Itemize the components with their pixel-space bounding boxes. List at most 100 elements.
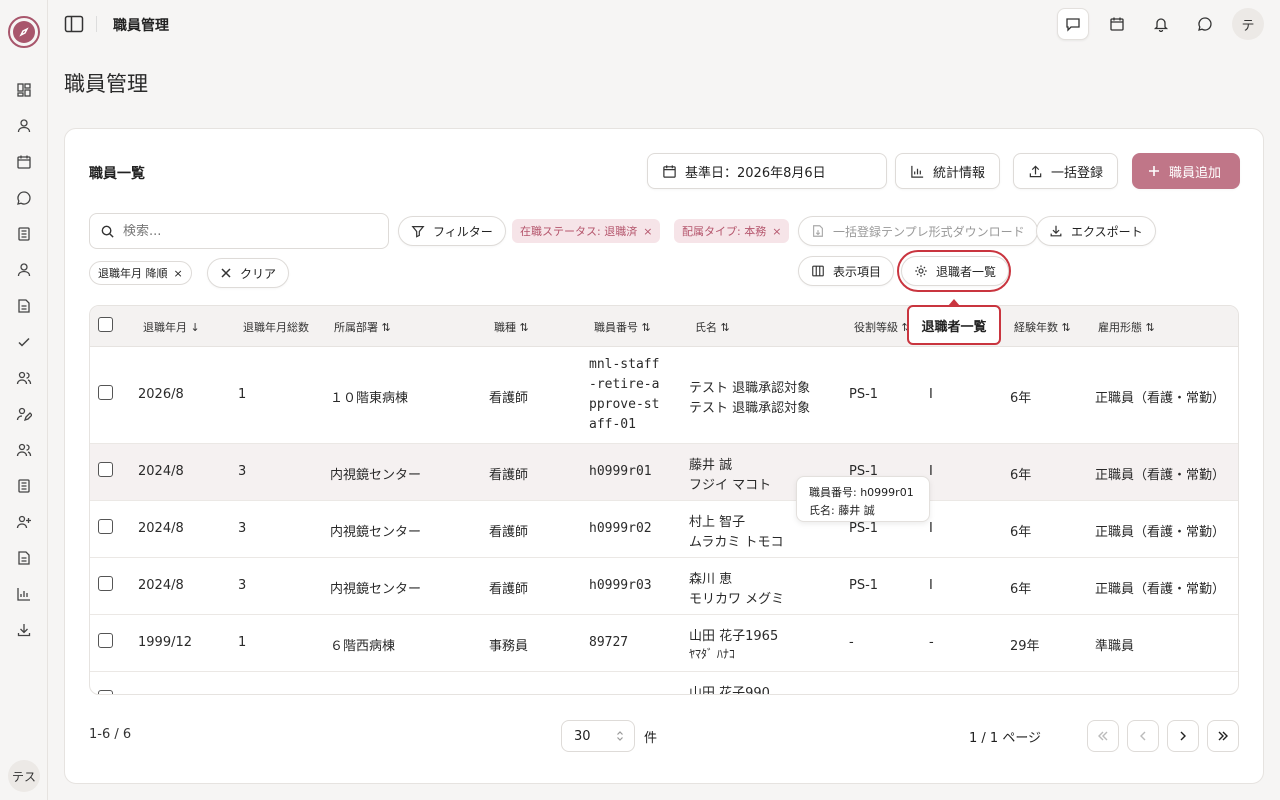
export-button[interactable]: エクスポート <box>1036 216 1156 246</box>
user-icon[interactable] <box>14 116 34 136</box>
document-list-icon[interactable] <box>14 224 34 244</box>
row-checkbox[interactable] <box>98 519 113 534</box>
chevron-left-icon <box>1140 731 1146 741</box>
header-employment[interactable]: 雇用形態 ⇅ <box>1098 319 1155 335</box>
table-row[interactable]: 2024/8 3 内視鏡センター 看護師 h0999r02 村上 智子 ムラカミ… <box>90 501 1238 558</box>
account-avatar[interactable]: テ <box>1232 8 1264 40</box>
close-icon[interactable]: × <box>772 225 781 238</box>
page-size-select[interactable]: 30 <box>561 720 635 752</box>
download-icon[interactable] <box>14 620 34 640</box>
retired-list-label: 退職者一覧 <box>936 264 997 279</box>
dashboard-icon[interactable] <box>14 80 34 100</box>
header-grade[interactable]: 役割等級 ⇅ <box>854 319 911 335</box>
team-icon[interactable] <box>14 440 34 460</box>
clear-button[interactable]: クリア <box>207 258 290 288</box>
last-page-button[interactable] <box>1207 720 1239 752</box>
calendar-button[interactable] <box>1101 8 1133 40</box>
prev-page-button[interactable] <box>1127 720 1159 752</box>
base-date-picker[interactable]: 基準日：2026年8月6日 <box>647 153 887 189</box>
app-logo[interactable] <box>8 16 40 48</box>
cell-employment: 正職員（看護・常勤） <box>1095 582 1226 597</box>
sort-chip[interactable]: 退職年月 降順 × <box>89 261 192 285</box>
bulk-register-button[interactable]: 一括登録 <box>1013 153 1119 189</box>
breadcrumb-title: 職員管理 <box>113 18 169 34</box>
cell-staff-id-line: pprove-st <box>589 397 660 412</box>
cell-years: 6年 <box>1010 468 1032 483</box>
search-box[interactable] <box>89 213 389 249</box>
cell-dept: 内視鏡センター <box>330 525 422 540</box>
row-checkbox[interactable] <box>98 385 113 400</box>
table-row[interactable]: 1999/12 1 ６階西病棟 事務員 89727 山田 花子1965 ﾔﾏﾀﾞ… <box>90 615 1238 672</box>
header-staff-id[interactable]: 職員番号 ⇅ <box>594 319 651 335</box>
filter-icon <box>411 226 425 238</box>
notebook-icon[interactable] <box>14 476 34 496</box>
check-icon[interactable] <box>14 332 34 352</box>
close-icon[interactable]: × <box>174 267 183 280</box>
users-icon[interactable] <box>14 368 34 388</box>
cell-kana: フジイ マコト <box>689 478 772 493</box>
chevrons-left-icon <box>1098 731 1108 741</box>
chat-button[interactable] <box>1189 8 1221 40</box>
cell-grade: PS-1 <box>849 521 879 536</box>
header-name[interactable]: 氏名 ⇅ <box>695 319 730 335</box>
header-job[interactable]: 職種 ⇅ <box>494 319 529 335</box>
select-all-checkbox[interactable] <box>98 317 113 332</box>
row-checkbox[interactable] <box>98 633 113 648</box>
table-row[interactable]: 2024/8 3 内視鏡センター 看護師 h0999r01 藤井 誠 フジイ マ… <box>90 444 1238 501</box>
plus-icon <box>1149 166 1159 176</box>
cell-name: 森川 恵 <box>689 572 733 587</box>
bar-chart-icon[interactable] <box>14 584 34 604</box>
table-row[interactable]: 2026/8 1 １０階東病棟 看護師 mnl-staff -retire-a … <box>90 347 1238 444</box>
user-plus-icon[interactable] <box>14 512 34 532</box>
header-dept[interactable]: 所属部署 ⇅ <box>334 319 391 335</box>
person-icon[interactable] <box>14 260 34 280</box>
retired-list-button[interactable]: 退職者一覧 <box>901 256 1010 286</box>
columns-button[interactable]: 表示項目 <box>798 256 895 286</box>
chat-icon[interactable] <box>14 188 34 208</box>
chat-bubble-icon <box>1198 17 1212 31</box>
sidebar-toggle-icon[interactable] <box>64 14 84 34</box>
staff-table: 退職年月 ↓ 退職年月総数 所属部署 ⇅ 職種 ⇅ 職員番号 ⇅ 氏名 ⇅ 役割… <box>89 305 1239 695</box>
filter-chip-type[interactable]: 配属タイプ: 本務 × <box>674 219 790 243</box>
add-staff-button[interactable]: 職員追加 <box>1132 153 1240 189</box>
staff-list-card: 職員一覧 基準日：2026年8月6日 統計情報 一括登録 職員追加 フィルター … <box>64 128 1264 784</box>
row-checkbox[interactable] <box>98 690 113 694</box>
filter-chip-status-label: 在職ステータス: 退職済 <box>520 225 638 238</box>
search-input[interactable] <box>123 223 363 239</box>
cell-dept: １０階東病棟 <box>330 391 409 406</box>
cell-employment: 正職員（看護・常勤） <box>1095 391 1226 406</box>
close-icon[interactable]: × <box>643 225 652 238</box>
table-row[interactable]: 山田 花子990 <box>90 672 1238 695</box>
first-page-button[interactable] <box>1087 720 1119 752</box>
callout-arrow <box>948 299 960 306</box>
filter-chip-status[interactable]: 在職ステータス: 退職済 × <box>512 219 661 243</box>
report-icon[interactable] <box>14 548 34 568</box>
row-checkbox[interactable] <box>98 462 113 477</box>
row-checkbox[interactable] <box>98 576 113 591</box>
calendar-icon[interactable] <box>14 152 34 172</box>
notification-button[interactable] <box>1145 8 1177 40</box>
header-retire-total[interactable]: 退職年月総数 <box>243 319 309 335</box>
header-retire-month[interactable]: 退職年月 ↓ <box>143 319 200 335</box>
cell-job: 看護師 <box>489 525 529 540</box>
cell-employment: 正職員（看護・常勤） <box>1095 525 1226 540</box>
table-row[interactable]: 2024/8 3 内視鏡センター 看護師 h0999r03 森川 恵 モリカワ … <box>90 558 1238 615</box>
user-avatar[interactable]: テス <box>8 760 40 792</box>
stats-button[interactable]: 統計情報 <box>895 153 1001 189</box>
cell-name: 山田 花子990 <box>689 686 770 695</box>
chevron-right-icon <box>1180 731 1186 741</box>
calendar-icon <box>1110 17 1124 31</box>
tooltip-staff-id: 職員番号: h0999r01 <box>809 486 914 499</box>
message-button[interactable] <box>1057 8 1089 40</box>
file-text-icon[interactable] <box>14 296 34 316</box>
cell-dept: 内視鏡センター <box>330 468 422 483</box>
cell-retire-total: 1 <box>238 635 247 650</box>
next-page-button[interactable] <box>1167 720 1199 752</box>
filter-button[interactable]: フィルター <box>398 216 506 246</box>
cell-job: 看護師 <box>489 391 529 406</box>
user-edit-icon[interactable] <box>14 404 34 424</box>
cell-name: 村上 智子 <box>689 515 746 530</box>
cell-level: I <box>929 387 933 402</box>
template-download-button[interactable]: 一括登録テンプレ形式ダウンロード <box>798 216 1038 246</box>
header-years[interactable]: 経験年数 ⇅ <box>1014 319 1071 335</box>
